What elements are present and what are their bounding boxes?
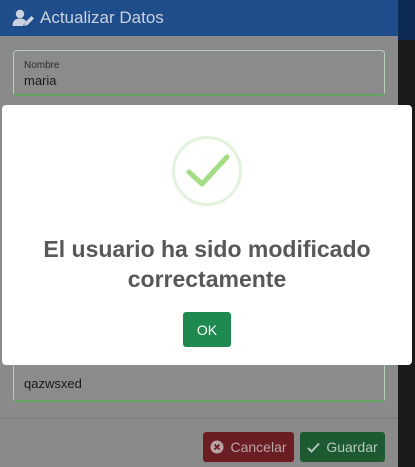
name-field-value: maria [24,73,57,88]
alert-message: El usuario ha sido modificado correctame… [43,236,371,292]
name-field[interactable]: Nombre maria [13,50,385,96]
ok-button[interactable]: OK [183,312,231,347]
check-icon [307,442,321,453]
modal-title: Actualizar Datos [40,8,164,27]
cancel-label: Cancelar [230,439,287,455]
success-check-icon [172,136,242,206]
cancel-icon [210,440,224,454]
save-label: Guardar [326,439,378,455]
password-field-value: qazwsxed [24,376,82,391]
modal-footer-divider [0,418,398,419]
save-button[interactable]: Guardar [300,432,385,462]
name-field-label: Nombre [24,60,60,71]
success-alert-dialog: El usuario ha sido modificado correctame… [2,105,412,365]
user-edit-icon [12,9,34,26]
cancel-button[interactable]: Cancelar [203,432,294,462]
modal-header: Actualizar Datos [0,0,398,36]
